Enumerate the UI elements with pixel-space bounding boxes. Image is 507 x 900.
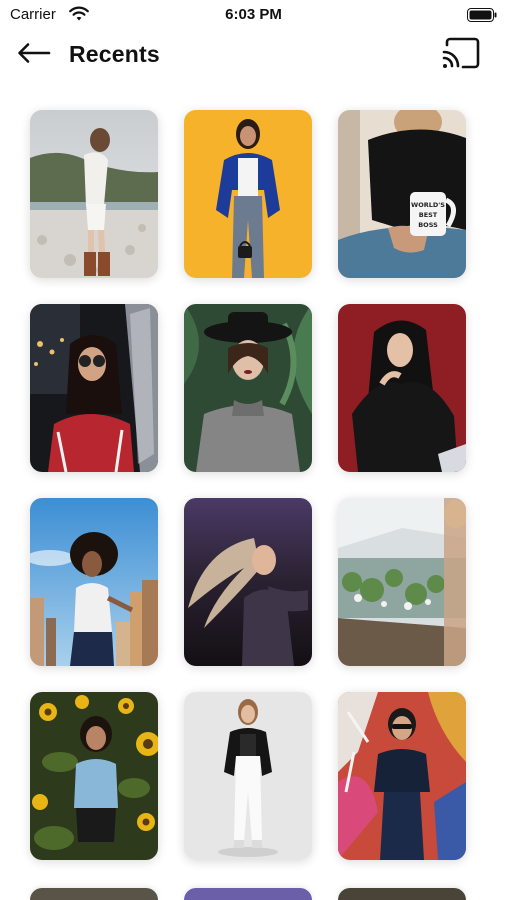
photo-thumbnail-14[interactable] <box>184 888 312 900</box>
photo-image <box>184 498 312 666</box>
photo-thumbnail-6[interactable] <box>338 304 466 472</box>
photo-image <box>184 692 312 860</box>
photo-thumbnail-8[interactable] <box>184 498 312 666</box>
photo-thumbnail-5[interactable] <box>184 304 312 472</box>
photo-image <box>338 498 466 666</box>
photo-image <box>30 692 158 860</box>
battery-icon <box>467 8 497 22</box>
photo-grid: WORLD'S BEST BOSS <box>30 110 482 860</box>
photo-image <box>184 110 312 278</box>
cast-button[interactable] <box>441 37 481 73</box>
photo-thumbnail-11[interactable] <box>184 692 312 860</box>
arrow-left-icon <box>16 41 52 70</box>
photo-thumbnail-4[interactable] <box>30 304 158 472</box>
photo-image <box>30 110 158 278</box>
photo-image <box>184 304 312 472</box>
photo-thumbnail-15[interactable] <box>338 888 466 900</box>
photo-thumbnail-9[interactable] <box>338 498 466 666</box>
photo-image <box>30 304 158 472</box>
mug-text-line1: WORLD'S <box>411 201 445 209</box>
page-title: Recents <box>69 41 160 67</box>
status-bar: Carrier 6:03 PM <box>0 0 507 32</box>
clock: 6:03 PM <box>225 6 282 23</box>
photo-thumbnail-13[interactable] <box>30 888 158 900</box>
cast-icon <box>441 36 481 75</box>
photo-thumbnail-1[interactable] <box>30 110 158 278</box>
mug-text-line2: BEST <box>419 211 438 219</box>
back-button[interactable] <box>16 40 52 70</box>
photo-image <box>338 304 466 472</box>
photo-thumbnail-7[interactable] <box>30 498 158 666</box>
photo-thumbnail-12[interactable] <box>338 692 466 860</box>
next-row-peek <box>30 888 482 900</box>
photo-thumbnail-10[interactable] <box>30 692 158 860</box>
nav-header: Recents <box>0 32 507 78</box>
photo-image: WORLD'S BEST BOSS <box>338 110 466 278</box>
photo-image <box>30 498 158 666</box>
photo-thumbnail-3[interactable]: WORLD'S BEST BOSS <box>338 110 466 278</box>
mug-text-line3: BOSS <box>418 221 438 229</box>
photo-image <box>338 692 466 860</box>
photo-thumbnail-2[interactable] <box>184 110 312 278</box>
